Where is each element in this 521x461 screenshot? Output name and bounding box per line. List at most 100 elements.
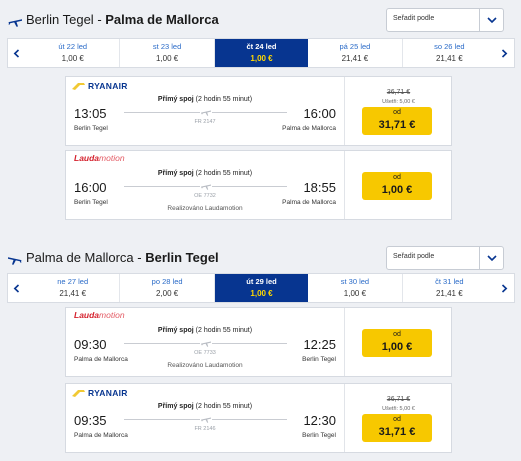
date-price: 21,41 € <box>341 54 369 63</box>
flight-details: Laudamotion Přímý spoj (2 hodin 55 minut… <box>66 151 345 219</box>
old-price: 36,71 € <box>386 89 411 96</box>
chevron-left-icon <box>13 284 20 293</box>
date-label: pá 25 led <box>339 42 371 51</box>
sort-label: Seřadit podle <box>393 253 435 260</box>
flight-direct: Přímý spoj (2 hodin 55 minut) <box>157 170 253 177</box>
return-header: Palma de Mallorca - Berlin Tegel Seřadit… <box>0 238 521 274</box>
sort-select[interactable]: Seřadit podle <box>386 8 504 32</box>
sort-dropdown-button[interactable] <box>479 247 503 269</box>
date-price: 21,41 € <box>59 289 87 298</box>
date-label: st 30 led <box>340 277 370 286</box>
price-area: 36,71 € Ušetři: 5,00 € od 31,71 € <box>346 384 451 452</box>
price-prefix: od <box>393 416 401 423</box>
select-price-button[interactable]: od 1,00 € <box>362 172 432 200</box>
date-strip: ne 27 led 21,41 € po 28 led 2,00 € út 29 l… <box>7 273 515 303</box>
date-label: st 23 led <box>152 42 182 51</box>
date-cell[interactable]: pá 25 led 21,41 € <box>308 39 403 67</box>
prev-dates-button[interactable] <box>8 274 26 302</box>
arrival-place: Berlin Tegel <box>302 432 336 439</box>
outbound-header: Berlin Tegel - Palma de Mallorca Seřadit… <box>0 0 521 36</box>
date-label: út 29 led <box>246 277 277 286</box>
date-label: so 26 led <box>434 42 465 51</box>
next-dates-button[interactable] <box>496 274 514 302</box>
price-area: od 1,00 € <box>346 308 451 376</box>
date-cell[interactable]: út 22 led 1,00 € <box>26 39 121 67</box>
flight-card[interactable]: Laudamotion Přímý spoj (2 hodin 55 minut… <box>65 150 452 220</box>
date-price: 21,41 € <box>435 54 463 63</box>
flight-card[interactable]: RYANAIR Přímý spoj (2 hodin 55 minut) 09… <box>65 383 452 453</box>
date-price: 1,00 € <box>155 54 179 63</box>
flight-card[interactable]: Laudamotion Přímý spoj (2 hodin 55 minut… <box>65 307 452 377</box>
airline-logo: Laudamotion <box>74 310 125 320</box>
saving-label: Ušetři: 5,00 € <box>382 99 415 105</box>
airline-logo: Laudamotion <box>74 153 125 163</box>
date-cell-selected[interactable]: čt 24 led 1,00 € <box>214 39 309 67</box>
date-price: 1,00 € <box>250 289 273 298</box>
flight-details: Laudamotion Přímý spoj (2 hodin 55 minut… <box>66 308 345 376</box>
chevron-down-icon <box>487 255 497 262</box>
price-area: od 1,00 € <box>346 151 451 219</box>
date-cell[interactable]: st 23 led 1,00 € <box>120 39 215 67</box>
date-label: po 28 led <box>151 277 183 286</box>
flight-details: RYANAIR Přímý spoj (2 hodin 55 minut) 13… <box>66 77 345 145</box>
date-strip: út 22 led 1,00 € st 23 led 1,00 € čt 24 le… <box>7 38 515 68</box>
date-cell[interactable]: čt 31 led 21,41 € <box>403 274 496 302</box>
saving-label: Ušetři: 5,00 € <box>382 406 415 412</box>
date-label: čt 24 led <box>246 42 277 51</box>
route-title: Berlin Tegel - Palma de Mallorca <box>26 12 219 27</box>
date-cell[interactable]: po 28 led 2,00 € <box>120 274 215 302</box>
mini-plane-icon <box>200 180 212 192</box>
price-amount: 31,71 € <box>378 119 416 131</box>
prev-dates-button[interactable] <box>8 39 26 67</box>
harp-icon <box>72 83 85 90</box>
flight-direct: Přímý spoj (2 hodin 55 minut) <box>157 403 253 410</box>
harp-icon <box>72 390 85 397</box>
chevron-right-icon <box>501 49 508 58</box>
flight-details: RYANAIR Přímý spoj (2 hodin 55 minut) 09… <box>66 384 345 452</box>
operated-by: Realizováno Laudamotion <box>167 362 243 369</box>
select-price-button[interactable]: od 31,71 € <box>362 107 432 135</box>
date-cell[interactable]: ne 27 led 21,41 € <box>26 274 121 302</box>
route-title: Palma de Mallorca - Berlin Tegel <box>26 250 219 265</box>
price-prefix: od <box>393 109 401 116</box>
departure-place: Berlin Tegel <box>74 125 108 132</box>
next-dates-button[interactable] <box>496 39 514 67</box>
chevron-left-icon <box>13 49 20 58</box>
select-price-button[interactable]: od 31,71 € <box>362 414 432 442</box>
operated-by: Realizováno Laudamotion <box>167 205 243 212</box>
date-label: út 22 led <box>58 42 88 51</box>
date-price: 21,41 € <box>435 289 463 298</box>
price-area: 36,71 € Ušetři: 5,00 € od 31,71 € <box>346 77 451 145</box>
date-price: 2,00 € <box>155 289 179 298</box>
arrival-place: Palma de Mallorca <box>282 125 336 132</box>
departure-place: Palma de Mallorca <box>74 432 128 439</box>
select-price-button[interactable]: od 1,00 € <box>362 329 432 357</box>
price-prefix: od <box>393 174 401 181</box>
date-price: 1,00 € <box>250 54 273 63</box>
chevron-right-icon <box>501 284 508 293</box>
mini-plane-icon <box>200 106 212 118</box>
date-label: ne 27 led <box>57 277 89 286</box>
sort-label: Seřadit podle <box>393 15 435 22</box>
price-prefix: od <box>393 331 401 338</box>
airline-logo: RYANAIR <box>72 388 128 400</box>
chevron-down-icon <box>487 17 497 24</box>
mini-plane-icon <box>200 413 212 425</box>
airline-logo: RYANAIR <box>72 81 128 93</box>
plane-icon <box>8 19 22 27</box>
sort-select[interactable]: Seřadit podle <box>386 246 504 270</box>
plane-icon <box>8 257 22 265</box>
price-amount: 31,71 € <box>378 426 416 438</box>
mini-plane-icon <box>200 337 212 349</box>
flight-direct: Přímý spoj (2 hodin 55 minut) <box>157 96 253 103</box>
sort-dropdown-button[interactable] <box>479 9 503 31</box>
flight-direct: Přímý spoj (2 hodin 55 minut) <box>157 327 253 334</box>
date-cell-selected[interactable]: út 29 led 1,00 € <box>214 274 309 302</box>
old-price: 36,71 € <box>386 396 411 403</box>
date-cell[interactable]: so 26 led 21,41 € <box>403 39 496 67</box>
date-cell[interactable]: st 30 led 1,00 € <box>308 274 403 302</box>
price-amount: 1,00 € <box>381 184 413 196</box>
date-price: 1,00 € <box>343 289 367 298</box>
date-price: 1,00 € <box>61 54 84 63</box>
flight-card[interactable]: RYANAIR Přímý spoj (2 hodin 55 minut) 13… <box>65 76 452 146</box>
